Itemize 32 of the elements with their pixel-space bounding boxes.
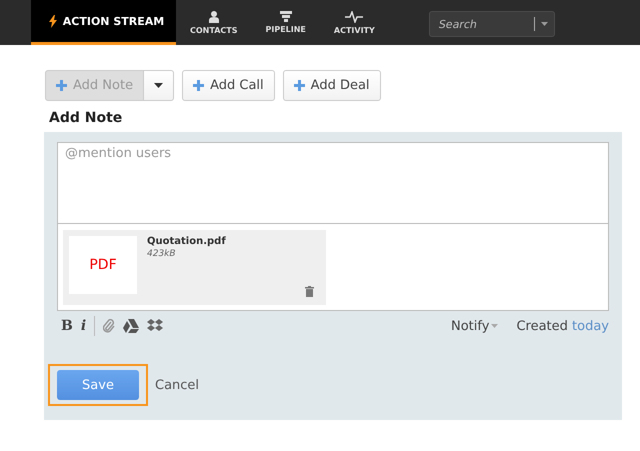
caret-icon [491,324,498,328]
plus-icon [193,80,204,91]
section-heading: Add Note [49,110,124,126]
nav-tab[interactable]: CONTACTS [176,0,252,45]
paperclip-icon[interactable] [103,319,116,333]
caret-icon[interactable] [540,22,548,26]
nav-tab[interactable]: ACTION STREAM [31,0,176,45]
notify-dropdown[interactable]: Notify [451,318,498,334]
file-size: 423kB [147,249,177,259]
person-icon [208,10,219,22]
trash-icon[interactable] [305,286,314,297]
caret-icon [154,83,164,88]
created-label: Created today [516,318,609,334]
file-thumbnail: PDF [69,236,137,294]
plus-icon [56,80,67,91]
box-icon[interactable] [147,319,164,333]
dropdown-button[interactable] [144,70,174,101]
file-name: Quotation.pdf [147,236,226,247]
italic-button[interactable]: i [80,318,86,334]
action-button[interactable]: Add Call [182,70,275,101]
pulse-icon [345,10,364,22]
triangle-drive-icon[interactable] [123,319,140,333]
lightning-icon [48,14,57,28]
bold-button[interactable]: B [61,318,73,334]
nav-tab[interactable]: PIPELINE [251,0,320,45]
note-field[interactable]: @mention users [57,142,609,224]
plus-icon [294,80,305,91]
action-button[interactable]: Add Deal [282,70,381,101]
search-field[interactable]: Search [428,11,555,37]
funnel-icon [280,11,292,22]
cancel-button[interactable]: Cancel [155,378,200,392]
nav-tab[interactable]: ACTIVITY [320,0,389,45]
